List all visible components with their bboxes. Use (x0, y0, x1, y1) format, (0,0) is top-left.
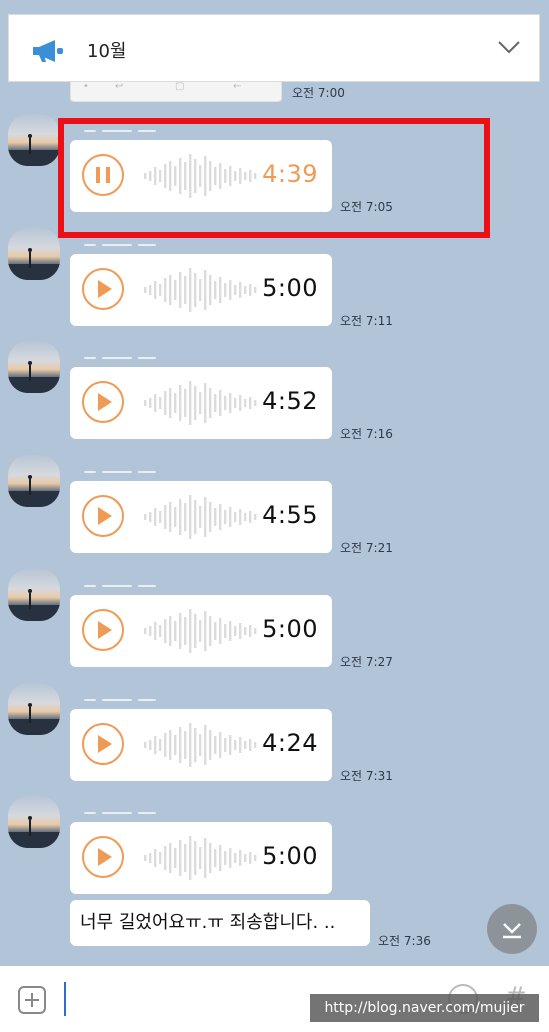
back-icon: ← (233, 81, 242, 92)
watermark: http://blog.naver.com/mujier (310, 994, 539, 1022)
voice-duration: 4:24 (262, 729, 318, 757)
play-button[interactable] (82, 836, 124, 878)
play-button[interactable] (82, 268, 124, 310)
play-icon (98, 280, 112, 298)
notice-title: 10월 (87, 41, 127, 62)
avatar[interactable] (8, 455, 60, 507)
voice-message[interactable]: 4:52 (70, 367, 332, 439)
sender-name (74, 699, 164, 703)
message-time: 오전 7:31 (340, 769, 393, 783)
waveform-icon (144, 495, 257, 539)
message-time: 오전 7:36 (378, 934, 431, 948)
avatar[interactable] (8, 341, 60, 393)
sender-name (74, 471, 164, 475)
sender-name (74, 585, 164, 589)
voice-duration: 4:55 (262, 501, 318, 529)
waveform-icon (144, 609, 257, 653)
play-button[interactable] (82, 723, 124, 765)
message-time: 오전 7:27 (340, 655, 393, 669)
avatar[interactable] (8, 683, 60, 735)
voice-message[interactable]: 4:55 (70, 481, 332, 553)
play-button[interactable] (82, 609, 124, 651)
text-message[interactable]: 너무 길었어요ㅠ.ㅠ 죄송합니다. .. (70, 900, 370, 946)
voice-duration: 4:39 (262, 160, 318, 188)
notice-bar[interactable]: 10월 (8, 14, 540, 82)
megaphone-icon (33, 40, 63, 62)
chat-screen: 10월 • ↩ ▢ ← 오전 7:00 4:39 오전 7:05 5:00 오전 7:… (0, 0, 549, 1032)
voice-message[interactable]: 4:39 (70, 140, 332, 212)
voice-duration: 5:00 (262, 615, 318, 643)
waveform-icon (144, 723, 257, 767)
message-time: 오전 7:21 (340, 541, 393, 555)
message-time: 오전 7:11 (340, 314, 393, 328)
voice-duration: 4:52 (262, 387, 318, 415)
avatar[interactable] (8, 569, 60, 621)
voice-message[interactable]: 5:00 (70, 595, 332, 667)
waveform-icon (144, 836, 257, 880)
message-time: 오전 7:16 (340, 427, 393, 441)
play-icon (98, 735, 112, 753)
square-icon: ▢ (175, 81, 185, 92)
waveform-icon (144, 381, 257, 425)
voice-duration: 5:00 (262, 842, 318, 870)
avatar[interactable] (8, 796, 60, 848)
arrow-down-icon (503, 923, 521, 939)
pause-button[interactable] (82, 154, 124, 196)
play-button[interactable] (82, 381, 124, 423)
chevron-down-icon[interactable] (497, 39, 521, 55)
message-input[interactable] (64, 982, 66, 1016)
play-button[interactable] (82, 495, 124, 537)
dot-icon: • (83, 81, 89, 92)
voice-message[interactable]: 5:00 (70, 254, 332, 326)
play-icon (98, 393, 112, 411)
sender-name (74, 130, 164, 134)
voice-message[interactable]: 5:00 (70, 822, 332, 894)
voice-duration: 5:00 (262, 274, 318, 302)
plus-icon (25, 993, 39, 1007)
avatar[interactable] (8, 228, 60, 280)
play-icon (98, 621, 112, 639)
sender-name (74, 357, 164, 361)
waveform-icon (144, 154, 257, 198)
sender-name (74, 812, 164, 816)
waveform-icon (144, 268, 257, 312)
play-icon (98, 848, 112, 866)
message-time: 오전 7:00 (292, 86, 345, 100)
plus-button[interactable] (18, 986, 46, 1014)
message-time: 오전 7:05 (340, 200, 393, 214)
sender-name (74, 244, 164, 248)
play-icon (98, 507, 112, 525)
refresh-icon: ↩ (115, 81, 124, 92)
avatar[interactable] (8, 114, 60, 166)
voice-message[interactable]: 4:24 (70, 709, 332, 781)
pause-icon (96, 167, 110, 183)
scroll-to-bottom-button[interactable] (487, 904, 537, 954)
